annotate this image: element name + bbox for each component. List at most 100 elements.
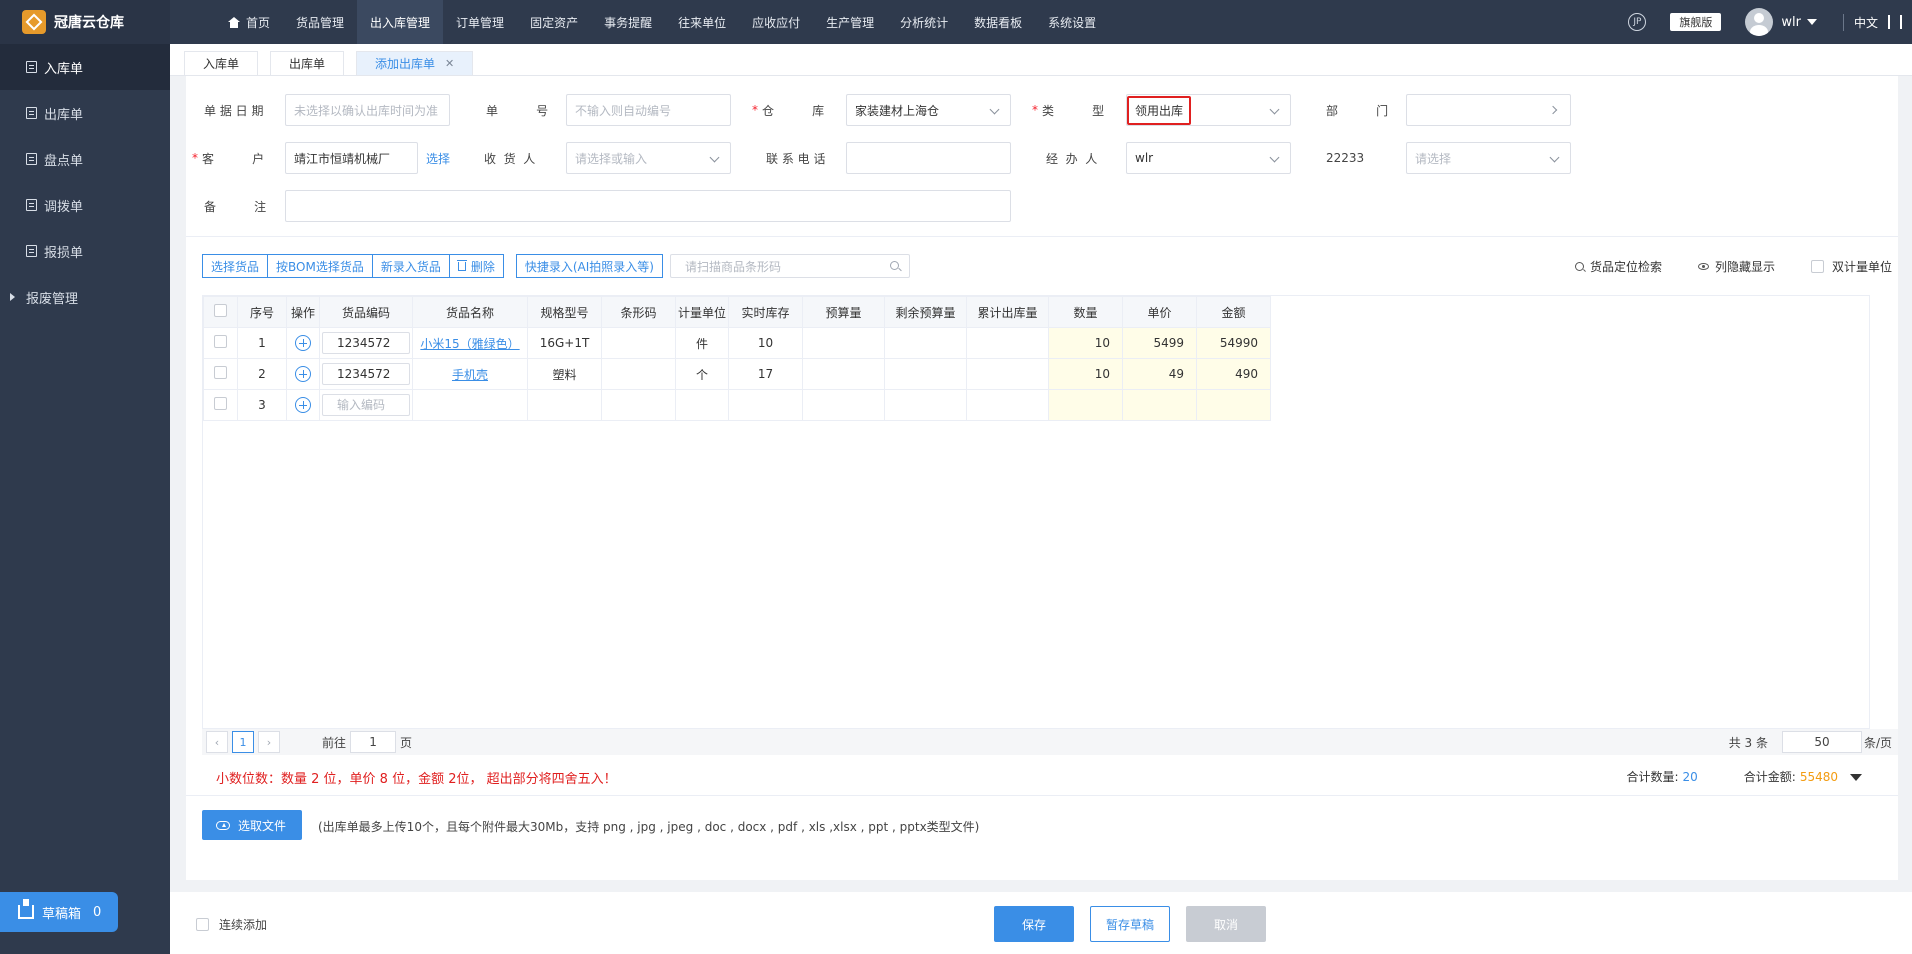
- edition-badge[interactable]: 旗舰版: [1670, 13, 1722, 31]
- help-icon[interactable]: JP: [1628, 13, 1647, 31]
- goods-locate-button[interactable]: 货品定位检索: [1574, 258, 1662, 275]
- avatar[interactable]: [1745, 8, 1774, 36]
- amount-cell[interactable]: 54990: [1196, 327, 1272, 359]
- add-row-icon[interactable]: [295, 335, 311, 351]
- nav-reminders[interactable]: 事务提醒: [591, 0, 665, 44]
- dual-unit-toggle[interactable]: 双计量单位: [1810, 258, 1892, 275]
- app-name: 冠唐云仓库: [54, 15, 124, 31]
- nav-partners[interactable]: 往来单位: [665, 0, 739, 44]
- row-checkbox[interactable]: [214, 335, 227, 348]
- price-cell[interactable]: [1122, 389, 1198, 421]
- sidebar-item-stocktake[interactable]: 盘点单: [0, 136, 170, 182]
- username[interactable]: wlr: [1781, 15, 1801, 30]
- column-toggle-button[interactable]: 列隐藏显示: [1697, 258, 1775, 275]
- caret-down-icon[interactable]: [1806, 19, 1817, 25]
- barcode-scan-input[interactable]: 请扫描商品条形码: [670, 254, 910, 278]
- prev-page-button[interactable]: ‹: [206, 731, 228, 753]
- close-icon[interactable]: ✕: [445, 57, 454, 70]
- sidebar: 入库单 出库单 盘点单 调拨单 报损单 报废管理 草稿箱 0: [0, 44, 170, 954]
- goods-name-link[interactable]: 手机壳: [452, 368, 488, 382]
- customer-select-link[interactable]: 选择: [426, 142, 450, 174]
- continuous-add-checkbox[interactable]: [196, 918, 209, 931]
- dual-unit-checkbox[interactable]: [1810, 259, 1824, 273]
- page-tabs: 入库单 出库单 添加出库单 ✕: [170, 44, 1912, 76]
- receiver-select[interactable]: 请选择或输入: [566, 142, 731, 174]
- add-row-icon[interactable]: [295, 397, 311, 413]
- goto-page-input[interactable]: 1: [350, 731, 397, 753]
- nav-goods[interactable]: 货品管理: [283, 0, 357, 44]
- custom-field-select[interactable]: 请选择: [1406, 142, 1571, 174]
- type-select[interactable]: 领用出库: [1126, 94, 1291, 126]
- nav-production[interactable]: 生产管理: [813, 0, 887, 44]
- pager-right: 共 3 条 50 条/页: [1729, 729, 1892, 755]
- collapse-arrow-icon[interactable]: [1850, 774, 1862, 781]
- price-cell[interactable]: 49: [1122, 358, 1198, 390]
- continuous-add[interactable]: 连续添加: [196, 916, 267, 933]
- nav-settings[interactable]: 系统设置: [1035, 0, 1109, 44]
- qty-cell[interactable]: 10: [1048, 358, 1124, 390]
- draft-count: 0: [93, 904, 102, 920]
- col-cumulative-out: 累计出库量: [966, 296, 1050, 328]
- row-checkbox[interactable]: [214, 366, 227, 379]
- goods-code-input[interactable]: 1234572: [322, 363, 410, 385]
- goods-code-input[interactable]: 输入编码: [322, 394, 410, 416]
- department-field[interactable]: [1406, 94, 1571, 126]
- page-1-button[interactable]: 1: [232, 731, 254, 753]
- nav-home[interactable]: 首页: [215, 0, 283, 44]
- spec-cell: 塑料: [527, 358, 602, 390]
- amount-cell[interactable]: 490: [1196, 358, 1272, 390]
- sidebar-item-scrap[interactable]: 报废管理: [0, 274, 170, 320]
- tab-inbound[interactable]: 入库单: [184, 51, 259, 75]
- save-draft-button[interactable]: 暂存草稿: [1090, 906, 1170, 942]
- col-code: 货品编码: [319, 296, 413, 328]
- divider: [186, 236, 1898, 237]
- page-size-input[interactable]: 50: [1781, 731, 1862, 753]
- phone-field[interactable]: [846, 142, 1011, 174]
- goods-table: 序号 操作 货品编码 货品名称 规格型号 条形码 计量单位 实时库存 预算量 剩…: [202, 295, 1870, 729]
- next-page-button[interactable]: ›: [258, 731, 280, 753]
- language-switch[interactable]: 中文: [1842, 13, 1878, 31]
- nav-dashboard[interactable]: 数据看板: [961, 0, 1035, 44]
- sidebar-item-transfer[interactable]: 调拨单: [0, 182, 170, 228]
- sidebar-item-inbound[interactable]: 入库单: [0, 44, 170, 90]
- add-row-icon[interactable]: [295, 366, 311, 382]
- delete-button[interactable]: 删除: [449, 254, 504, 278]
- nav-analytics[interactable]: 分析统计: [887, 0, 961, 44]
- document-no-field[interactable]: 不输入则自动编号: [566, 94, 731, 126]
- new-goods-button[interactable]: 新录入货品: [372, 254, 450, 278]
- qty-cell[interactable]: [1048, 389, 1124, 421]
- code-cell: 输入编码: [319, 389, 413, 421]
- receiver-label: 收 货 人: [484, 151, 536, 166]
- handler-select[interactable]: wlr: [1126, 142, 1291, 174]
- price-cell[interactable]: 5499: [1122, 327, 1198, 359]
- warehouse-select[interactable]: 家装建材上海仓: [846, 94, 1011, 126]
- select-all-checkbox[interactable]: [214, 304, 227, 317]
- app-logo[interactable]: 冠唐云仓库: [0, 0, 170, 44]
- goods-code-input[interactable]: 1234572: [322, 332, 410, 354]
- amount-cell[interactable]: [1196, 389, 1272, 421]
- nav-inout[interactable]: 出入库管理: [357, 0, 444, 44]
- date-field[interactable]: 未选择以确认出库时间为准: [285, 94, 450, 126]
- qty-cell[interactable]: 10: [1048, 327, 1124, 359]
- chevron-down-icon: [1549, 152, 1560, 163]
- sidebar-item-outbound[interactable]: 出库单: [0, 90, 170, 136]
- bom-select-button[interactable]: 按BOM选择货品: [268, 254, 373, 278]
- select-goods-button[interactable]: 选择货品: [202, 254, 269, 278]
- quick-entry-button[interactable]: 快捷录入(AI拍照录入等): [515, 254, 663, 278]
- save-button[interactable]: 保存: [994, 906, 1074, 942]
- customer-field[interactable]: 靖江市恒靖机械厂: [285, 142, 418, 174]
- goods-name-link[interactable]: 小米15（雅绿色）: [420, 337, 519, 351]
- nav-assets[interactable]: 固定资产: [517, 0, 591, 44]
- nav-orders[interactable]: 订单管理: [443, 0, 517, 44]
- draft-box-button[interactable]: 草稿箱 0: [0, 892, 118, 932]
- dept-label: 部 门: [1326, 103, 1389, 118]
- row-checkbox[interactable]: [214, 397, 227, 410]
- sidebar-item-loss[interactable]: 报损单: [0, 228, 170, 274]
- nav-receivables[interactable]: 应收应付: [739, 0, 813, 44]
- tab-outbound[interactable]: 出库单: [270, 51, 345, 75]
- remark-field[interactable]: [285, 190, 1011, 222]
- tab-add-outbound[interactable]: 添加出库单 ✕: [356, 51, 474, 75]
- menu-bars-icon[interactable]: [1888, 15, 1902, 29]
- upload-file-button[interactable]: 选取文件: [202, 810, 302, 840]
- cancel-button[interactable]: 取消: [1186, 906, 1266, 942]
